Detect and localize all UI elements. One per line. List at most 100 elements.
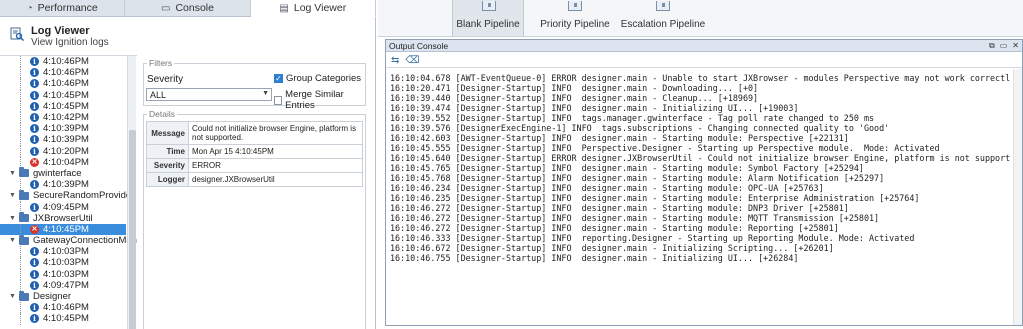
- log-entry[interactable]: i 4:10:46PM: [0, 78, 126, 90]
- log-entry[interactable]: i 4:10:39PM: [0, 179, 126, 191]
- logger-group-name: JXBrowserUtil: [33, 212, 93, 224]
- pipeline-label: Escalation Pipeline: [620, 19, 706, 30]
- details-value: designer.JXBrowserUtil: [188, 172, 363, 187]
- tree-scrollbar[interactable]: [127, 56, 136, 329]
- tab-log-viewer[interactable]: ▤ Log Viewer: [250, 0, 376, 17]
- restore-icon[interactable]: ⧉: [989, 40, 995, 52]
- details-key: Logger: [146, 172, 189, 187]
- log-entry[interactable]: i 4:10:45PM: [0, 89, 126, 101]
- log-entry[interactable]: i 4:10:45PM: [0, 313, 126, 325]
- logger-group[interactable]: ▼ Designer: [0, 290, 126, 303]
- tree-connector: [20, 156, 21, 168]
- log-entry[interactable]: i 4:10:03PM: [0, 246, 126, 258]
- log-entry[interactable]: i 4:10:46PM: [0, 56, 126, 68]
- log-entry[interactable]: i 4:10:03PM: [0, 268, 126, 280]
- tab-console[interactable]: ▭ Console: [125, 0, 251, 16]
- checkbox-checked-icon: ✓: [274, 74, 283, 83]
- console-line: 16:10:39.440 [Designer-Startup] INFO des…: [390, 93, 759, 103]
- group-categories-checkbox[interactable]: ✓ Group Categories: [274, 73, 361, 84]
- logger-tree-list: i 4:10:46PM i 4:10:46PM i 4:10:46PM i 4:10:45PM…: [0, 56, 137, 325]
- log-entry-time: 4:10:45PM: [43, 100, 89, 112]
- log-entry-time: 4:10:45PM: [43, 223, 89, 235]
- severity-select[interactable]: ALL ▼: [146, 88, 272, 101]
- console-line: 16:10:42.603 [Designer-Startup] INFO des…: [390, 133, 849, 143]
- log-entry[interactable]: i 4:09:45PM: [0, 201, 126, 213]
- console-line: 16:10:45.768 [Designer-Startup] INFO des…: [390, 173, 885, 183]
- log-entry-time: 4:10:45PM: [43, 89, 89, 101]
- log-entry[interactable]: i 4:10:45PM: [0, 100, 126, 112]
- page-subtitle: View Ignition logs: [31, 37, 109, 48]
- info-icon: i: [30, 124, 39, 134]
- log-entry[interactable]: i 4:09:47PM: [0, 279, 126, 291]
- log-entry[interactable]: i 4:10:46PM: [0, 302, 126, 314]
- console-icon: ▭: [161, 2, 171, 14]
- log-entry[interactable]: i 4:10:42PM: [0, 111, 126, 124]
- details-legend: Details: [147, 109, 177, 119]
- tree-connector: [20, 111, 21, 124]
- log-entry[interactable]: ✕ 4:10:04PM: [0, 156, 126, 168]
- log-entry[interactable]: i 4:10:39PM: [0, 123, 126, 135]
- console-line: 16:10:46.755 [Designer-Startup] INFO des…: [390, 253, 799, 263]
- console-line: 16:10:46.272 [Designer-Startup] INFO des…: [390, 223, 839, 233]
- tab-performance[interactable]: ◔ Performance: [0, 0, 126, 16]
- log-entry[interactable]: i 4:10:03PM: [0, 257, 126, 269]
- details-row: Message Could not initialize browser Eng…: [146, 121, 363, 145]
- console-line: 16:10:45.555 [Designer-Startup] INFO Per…: [390, 143, 940, 153]
- minimize-icon[interactable]: ▭: [1000, 40, 1008, 52]
- expand-caret-icon[interactable]: ▼: [9, 215, 16, 222]
- tab-label: Console: [175, 2, 214, 14]
- info-icon: i: [30, 101, 39, 111]
- escalation-pipeline-button[interactable]: Escalation Pipeline: [620, 0, 706, 36]
- log-entry-time: 4:10:39PM: [43, 123, 89, 135]
- priority-pipeline-button[interactable]: Priority Pipeline: [538, 0, 612, 36]
- log-entry[interactable]: ✕ 4:10:45PM: [0, 223, 126, 235]
- tree-connector: [20, 268, 21, 280]
- log-entry-time: 4:10:46PM: [43, 67, 89, 79]
- logger-group[interactable]: ▼ SecureRandomProvider: [0, 189, 134, 201]
- log-viewer-icon: ▤: [279, 2, 289, 14]
- blank-pipeline-button[interactable]: Blank Pipeline: [452, 0, 524, 36]
- expand-caret-icon[interactable]: ▼: [9, 237, 16, 244]
- console-line: 16:10:45.640 [Designer-Startup] ERROR de…: [390, 153, 1010, 163]
- logger-group[interactable]: ▼ GatewayConnectionManag: [0, 234, 137, 246]
- console-line: 16:10:04.678 [AWT-EventQueue-0] ERROR de…: [390, 73, 1010, 83]
- expand-caret-icon[interactable]: ▼: [9, 192, 16, 199]
- console-line: 16:10:20.471 [Designer-Startup] INFO des…: [390, 83, 759, 93]
- details-row: Severity ERROR: [146, 158, 363, 173]
- log-entry-time: 4:10:04PM: [43, 156, 89, 168]
- log-entry-time: 4:09:47PM: [43, 279, 89, 291]
- log-entry-time: 4:10:20PM: [43, 145, 89, 157]
- expand-caret-icon[interactable]: ▼: [9, 293, 16, 300]
- console-log[interactable]: 16:10:04.678 [AWT-EventQueue-0] ERROR de…: [390, 73, 1010, 263]
- tree-connector: [20, 257, 21, 269]
- log-entry-time: 4:09:45PM: [43, 201, 89, 213]
- console-line: 16:10:46.672 [Designer-Startup] INFO des…: [390, 243, 834, 253]
- scrollbar-thumb[interactable]: [129, 130, 136, 329]
- pipeline-icon: [656, 1, 670, 11]
- merge-similar-checkbox[interactable]: Merge Similar Entries: [274, 89, 365, 111]
- wrap-icon[interactable]: ⇆: [391, 55, 399, 66]
- expand-caret-icon[interactable]: ▼: [9, 170, 16, 177]
- clear-icon[interactable]: ⌫: [405, 55, 419, 66]
- console-line: 16:10:46.272 [Designer-Startup] INFO des…: [390, 203, 849, 213]
- info-icon: i: [30, 57, 39, 67]
- tree-connector: [20, 134, 21, 146]
- log-entry[interactable]: i 4:10:46PM: [0, 67, 126, 79]
- logger-group-name: Designer: [33, 291, 72, 303]
- tree-connector: [20, 123, 21, 135]
- folder-icon: [19, 167, 29, 178]
- logger-tree[interactable]: i 4:10:46PM i 4:10:46PM i 4:10:46PM i 4:10:45PM…: [0, 55, 137, 329]
- details-key: Severity: [146, 158, 189, 173]
- log-entry-time: 4:10:46PM: [43, 56, 89, 68]
- folder-icon: [18, 189, 29, 200]
- filters-legend: Filters: [147, 58, 175, 68]
- console-scrollbar[interactable]: [1013, 69, 1022, 325]
- logger-group[interactable]: ▼ gwinterface: [0, 167, 126, 179]
- console-line: 16:10:39.552 [Designer-Startup] INFO tag…: [390, 113, 875, 123]
- log-viewer-header: Log Viewer View Ignition logs: [0, 18, 376, 52]
- log-entry[interactable]: i 4:10:39PM: [0, 134, 126, 146]
- close-icon[interactable]: ✕: [1012, 40, 1019, 52]
- log-entry[interactable]: i 4:10:20PM: [0, 145, 126, 157]
- logger-group[interactable]: ▼ JXBrowserUtil: [0, 212, 126, 224]
- output-console-title: Output Console: [389, 41, 449, 51]
